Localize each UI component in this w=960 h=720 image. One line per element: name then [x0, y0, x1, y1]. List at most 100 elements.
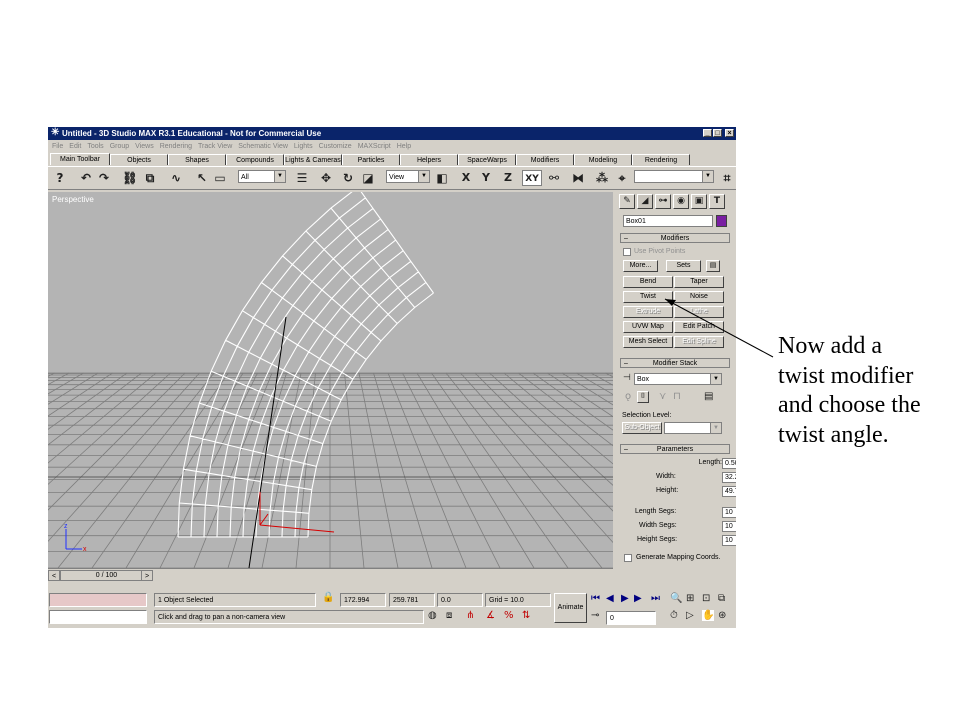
tab-modifiers[interactable]: Modifiers: [516, 154, 574, 165]
bend-button[interactable]: Bend: [623, 276, 673, 288]
menu-views[interactable]: Views: [135, 143, 154, 150]
region-select-icon[interactable]: ▭: [212, 170, 228, 186]
sets-button[interactable]: Sets: [666, 260, 701, 272]
axis-z-button[interactable]: Z: [500, 170, 516, 186]
coord-z-field[interactable]: 0.0: [437, 593, 483, 607]
align-icon[interactable]: ⌖: [614, 170, 630, 186]
scale-icon[interactable]: ◪: [360, 170, 376, 186]
viewport-canvas[interactable]: z x: [48, 192, 613, 568]
time-next-icon[interactable]: >: [141, 570, 153, 581]
height-segs-field[interactable]: 10: [722, 535, 736, 546]
tab-shapes[interactable]: Shapes: [168, 154, 226, 165]
maximize-button[interactable]: □: [713, 129, 722, 137]
lock-icon[interactable]: 🔒: [322, 592, 334, 603]
tab-main-toolbar[interactable]: Main Toolbar: [50, 153, 110, 165]
named-selection-dropdown[interactable]: ▼: [634, 170, 714, 183]
minimize-button[interactable]: _: [703, 129, 712, 137]
height-field[interactable]: 49.707: [722, 486, 736, 497]
edit-stack-icon[interactable]: ▤: [704, 391, 713, 402]
zoom-icon[interactable]: 🔍: [670, 593, 682, 604]
extrude-button[interactable]: Extrude: [623, 306, 673, 318]
selection-filter-dropdown[interactable]: All ▼: [238, 170, 286, 183]
angle-snap-icon[interactable]: ∡: [486, 610, 495, 621]
menu-edit[interactable]: Edit: [69, 143, 81, 150]
menu-help[interactable]: Help: [397, 143, 411, 150]
hierarchy-tab-icon[interactable]: ⊶: [655, 194, 671, 209]
snap-toggle-icon[interactable]: ⋔: [466, 610, 474, 621]
zoom-all-icon[interactable]: ⊞: [686, 593, 694, 604]
redo-icon[interactable]: ↷: [96, 170, 112, 186]
modifier-stack-rollout-header[interactable]: – Modifier Stack: [620, 358, 730, 368]
create-tab-icon[interactable]: ✎: [619, 194, 635, 209]
sub-object-button[interactable]: Sub-Object: [622, 422, 662, 434]
edit-spline-button[interactable]: Edit Spline: [674, 336, 724, 348]
next-frame-icon[interactable]: ▶: [634, 593, 642, 604]
unlink-icon[interactable]: ⧉: [142, 170, 158, 186]
undo-icon[interactable]: ↶: [78, 170, 94, 186]
menu-tools[interactable]: Tools: [87, 143, 103, 150]
length-field[interactable]: 0.509: [722, 458, 736, 469]
active-inactive-icon[interactable]: ǫ: [625, 391, 631, 402]
object-name-field[interactable]: Box01: [623, 215, 713, 227]
menu-schematic-view[interactable]: Schematic View: [238, 143, 288, 150]
utilities-tab-icon[interactable]: T: [709, 194, 725, 209]
tab-lights-cameras[interactable]: Lights & Cameras: [284, 154, 342, 165]
parameters-rollout-header[interactable]: – Parameters: [620, 444, 730, 454]
taper-button[interactable]: Taper: [674, 276, 724, 288]
axis-xy-button[interactable]: XY: [522, 170, 542, 186]
use-pivot-points-checkbox[interactable]: [623, 248, 631, 256]
edit-patch-button[interactable]: Edit Patch: [674, 321, 724, 333]
pivot-center-icon[interactable]: ◧: [434, 170, 450, 186]
viewport-label[interactable]: Perspective: [52, 195, 94, 204]
coord-x-field[interactable]: 172.994: [340, 593, 386, 607]
pan-hand-icon[interactable]: ✋: [702, 610, 715, 621]
field-of-view-icon[interactable]: ▷: [686, 610, 694, 621]
length-segs-field[interactable]: 10: [722, 507, 736, 518]
mirror-icon[interactable]: ⧓: [570, 170, 586, 186]
percent-snap-icon[interactable]: %: [504, 610, 514, 621]
close-button[interactable]: ×: [725, 129, 734, 137]
key-mode-icon[interactable]: ⊸: [591, 610, 599, 621]
zoom-extents-icon[interactable]: ⊡: [702, 593, 710, 604]
tab-objects[interactable]: Objects: [110, 154, 168, 165]
maxscript-input-mini[interactable]: [49, 610, 147, 624]
play-icon[interactable]: ▶: [621, 593, 629, 604]
degradation-override-icon[interactable]: ◍: [428, 610, 437, 621]
pin-stack-icon[interactable]: ⊣: [623, 373, 631, 383]
tab-spacewarps[interactable]: SpaceWarps: [458, 154, 516, 165]
crossing-selection-icon[interactable]: ⧈: [446, 610, 452, 621]
go-to-start-icon[interactable]: ⏮: [591, 593, 600, 604]
generate-mapping-checkbox[interactable]: [624, 554, 632, 562]
uvw-map-button[interactable]: UVW Map: [623, 321, 673, 333]
inverse-kinematics-icon[interactable]: ⚯: [546, 170, 562, 186]
zoom-extents-all-icon[interactable]: ⧉: [718, 593, 725, 604]
go-to-end-icon[interactable]: ⏭: [651, 593, 660, 604]
time-prev-icon[interactable]: <: [48, 570, 60, 581]
width-segs-field[interactable]: 10: [722, 521, 736, 532]
menu-customize[interactable]: Customize: [319, 143, 352, 150]
animate-button[interactable]: Animate: [554, 593, 587, 623]
menu-track-view[interactable]: Track View: [198, 143, 232, 150]
axis-x-button[interactable]: X: [458, 170, 474, 186]
more-button[interactable]: More...: [623, 260, 658, 272]
arc-rotate-icon[interactable]: ⊛: [718, 610, 726, 621]
help-icon[interactable]: ?: [52, 170, 68, 186]
select-link-icon[interactable]: ⛓: [122, 170, 138, 186]
coord-y-field[interactable]: 259.781: [389, 593, 435, 607]
time-slider[interactable]: < 0 / 100 >: [48, 568, 613, 583]
perspective-viewport[interactable]: z x Perspective: [48, 192, 613, 568]
modifier-stack-dropdown[interactable]: Box ▼: [634, 373, 722, 385]
menu-maxscript[interactable]: MAXScript: [358, 143, 391, 150]
spinner-snap-icon[interactable]: ⇅: [522, 610, 530, 621]
array-icon[interactable]: ⁂: [594, 170, 610, 186]
width-field[interactable]: 32.247: [722, 472, 736, 483]
motion-tab-icon[interactable]: ◉: [673, 194, 689, 209]
maxscript-listener-mini[interactable]: [49, 593, 147, 607]
tab-rendering[interactable]: Rendering: [632, 154, 690, 165]
noise-button[interactable]: Noise: [674, 291, 724, 303]
remove-modifier-icon[interactable]: ⊓: [673, 391, 681, 402]
tab-particles[interactable]: Particles: [342, 154, 400, 165]
sub-object-dropdown[interactable]: ▼: [664, 422, 722, 434]
menu-group[interactable]: Group: [110, 143, 129, 150]
make-unique-icon[interactable]: ⋎: [659, 391, 666, 402]
